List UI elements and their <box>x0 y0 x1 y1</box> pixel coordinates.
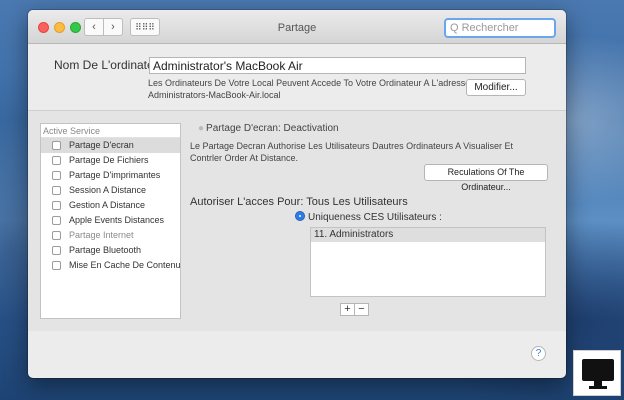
remove-user-button[interactable]: − <box>354 303 369 316</box>
search-input[interactable]: Q Rechercher <box>444 18 556 38</box>
service-item-label: Partage Bluetooth <box>69 245 142 255</box>
service-item-label: Partage De Fichiers <box>69 155 149 165</box>
service-item-label: Apple Events Distances <box>69 215 165 225</box>
service-item[interactable]: Apple Events Distances <box>41 213 180 228</box>
service-item[interactable]: Partage D'ecran <box>41 138 180 153</box>
service-item[interactable]: Partage Bluetooth <box>41 243 180 258</box>
service-item[interactable]: Partage De Fichiers <box>41 153 180 168</box>
service-item-label: Gestion A Distance <box>69 200 146 210</box>
service-checkbox[interactable] <box>52 141 61 150</box>
monitor-base-icon <box>589 386 607 389</box>
service-checkbox[interactable] <box>52 171 61 180</box>
service-item[interactable]: Session A Distance <box>41 183 180 198</box>
only-these-users-radio[interactable]: Uniqueness CES Utilisateurs : <box>295 211 442 223</box>
status-indicator-icon: ● <box>198 123 205 134</box>
service-checkbox[interactable] <box>52 231 61 240</box>
user-list-item[interactable]: 11. Administrators <box>311 228 545 242</box>
service-status-text: Partage D'ecran: Deactivation <box>206 123 339 134</box>
service-checkbox[interactable] <box>52 246 61 255</box>
service-checkbox[interactable] <box>52 201 61 210</box>
users-list: 11. Administrators <box>310 227 546 297</box>
computer-settings-button[interactable]: Reculations Of The Ordinateur... <box>424 164 548 192</box>
allow-access-label: Autoriser L'acces Pour: Tous Les Utilisa… <box>190 196 408 208</box>
local-address-text: Administrators-MacBook-Air.local <box>148 90 281 100</box>
computer-name-field[interactable]: Administrator's MacBook Air <box>149 57 526 74</box>
service-item[interactable]: Gestion A Distance <box>41 198 180 213</box>
radio-selected-icon[interactable] <box>295 211 305 221</box>
service-status: ● Partage D'ecran: Deactivation <box>198 123 339 134</box>
title-bar: ‹ › ⠿⠿⠿ Partage Q Rechercher <box>28 10 566 44</box>
service-checkbox[interactable] <box>52 156 61 165</box>
address-info-text: Les Ordinateurs De Votre Local Peuvent A… <box>148 78 476 88</box>
monitor-icon <box>582 359 614 381</box>
add-user-button[interactable]: + <box>340 303 355 316</box>
service-checkbox[interactable] <box>52 261 61 270</box>
service-checkbox[interactable] <box>52 216 61 225</box>
service-item[interactable]: Partage Internet <box>41 228 180 243</box>
sharing-preferences-window: ‹ › ⠿⠿⠿ Partage Q Rechercher Nom De L'or… <box>28 10 566 378</box>
site-logo <box>573 350 621 396</box>
only-these-users-label: Uniqueness CES Utilisateurs : <box>308 212 442 223</box>
service-item[interactable]: Partage D'imprimantes <box>41 168 180 183</box>
service-item-label: Partage D'imprimantes <box>69 170 161 180</box>
modify-name-button[interactable]: Modifier... <box>466 79 526 96</box>
service-item-label: Partage D'ecran <box>69 140 134 150</box>
service-item-label: Mise En Cache De Contenu <box>69 260 181 270</box>
service-item[interactable]: Mise En Cache De Contenu <box>41 258 181 273</box>
service-item-label: Partage Internet <box>69 230 134 240</box>
service-item-label: Session A Distance <box>69 185 147 195</box>
service-description: Le Partage Decran Authorise Les Utilisat… <box>190 141 513 163</box>
service-checkbox[interactable] <box>52 186 61 195</box>
help-button[interactable]: ? <box>531 346 546 361</box>
service-list: Active Service Partage D'ecran Partage De… <box>40 123 181 319</box>
service-list-header: Active Service <box>41 124 180 138</box>
service-detail-panel: ● Partage D'ecran: Deactivation Le Partag… <box>190 123 550 323</box>
